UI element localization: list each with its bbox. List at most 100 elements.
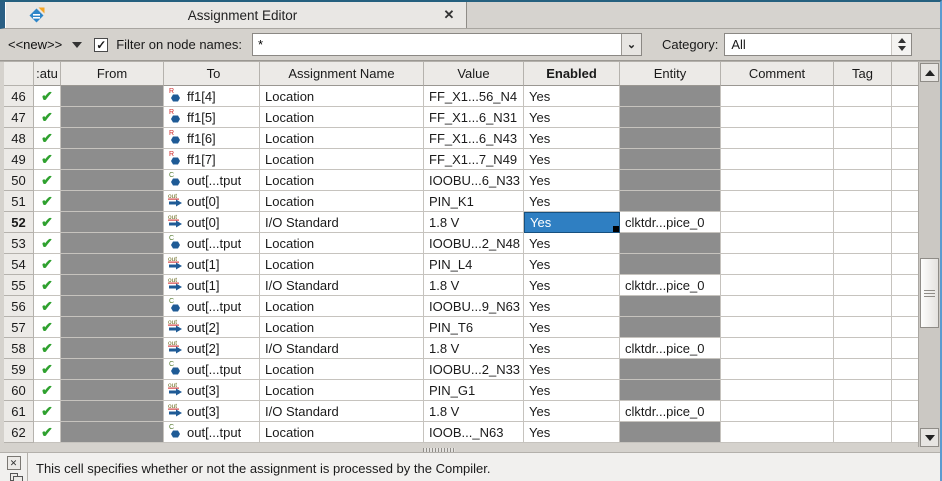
from-cell[interactable] xyxy=(61,254,164,275)
column-header[interactable]: From xyxy=(61,62,164,86)
status-cell[interactable]: ✔ xyxy=(34,191,61,212)
from-cell[interactable] xyxy=(61,128,164,149)
column-header[interactable]: To xyxy=(164,62,260,86)
value-cell[interactable]: 1.8 V xyxy=(424,275,524,296)
row-number[interactable]: 51 xyxy=(4,191,34,212)
to-cell[interactable]: out out[3] xyxy=(164,401,260,422)
entity-cell[interactable] xyxy=(620,170,721,191)
status-cell[interactable]: ✔ xyxy=(34,296,61,317)
tag-cell[interactable] xyxy=(834,254,892,275)
entity-cell[interactable]: clktdr...pice_0 xyxy=(620,401,721,422)
enabled-cell[interactable]: Yes xyxy=(524,170,620,191)
value-cell[interactable]: PIN_T6 xyxy=(424,317,524,338)
table-row[interactable]: 47 ✔ Rff1[5] Location FF_X1...6_N31 Yes xyxy=(4,107,918,128)
status-cell[interactable]: ✔ xyxy=(34,401,61,422)
value-cell[interactable]: FF_X1...6_N43 xyxy=(424,128,524,149)
to-cell[interactable]: Rff1[6] xyxy=(164,128,260,149)
row-number[interactable]: 48 xyxy=(4,128,34,149)
splitter-grip-icon[interactable] xyxy=(423,448,455,452)
tag-cell[interactable] xyxy=(834,86,892,107)
entity-cell[interactable]: clktdr...pice_0 xyxy=(620,275,721,296)
scroll-up-icon[interactable] xyxy=(920,63,939,82)
table-row[interactable]: 54 ✔ out out[1] Location PIN_L4 Yes xyxy=(4,254,918,275)
row-number[interactable]: 58 xyxy=(4,338,34,359)
assignment-name-cell[interactable]: I/O Standard xyxy=(260,275,424,296)
row-number[interactable]: 50 xyxy=(4,170,34,191)
tag-cell[interactable] xyxy=(834,275,892,296)
table-row[interactable]: 62 ✔ Cout[...tput Location IOOB..._N63 Y… xyxy=(4,422,918,443)
enabled-cell[interactable]: Yes xyxy=(524,233,620,254)
enabled-cell[interactable]: Yes xyxy=(524,422,620,443)
to-cell[interactable]: Rff1[4] xyxy=(164,86,260,107)
from-cell[interactable] xyxy=(61,275,164,296)
combobox-arrow-icon[interactable]: ⌄ xyxy=(620,34,641,55)
to-cell[interactable]: Cout[...tput xyxy=(164,170,260,191)
comment-cell[interactable] xyxy=(721,170,834,191)
from-cell[interactable] xyxy=(61,107,164,128)
value-cell[interactable]: PIN_G1 xyxy=(424,380,524,401)
comment-cell[interactable] xyxy=(721,296,834,317)
copy-icon[interactable] xyxy=(9,473,23,481)
status-cell[interactable]: ✔ xyxy=(34,107,61,128)
vertical-scrollbar[interactable] xyxy=(918,62,940,448)
enabled-cell[interactable]: Yes xyxy=(524,380,620,401)
table-row[interactable]: 48 ✔ Rff1[6] Location FF_X1...6_N43 Yes xyxy=(4,128,918,149)
status-cell[interactable]: ✔ xyxy=(34,86,61,107)
row-number[interactable]: 47 xyxy=(4,107,34,128)
to-cell[interactable]: Cout[...tput xyxy=(164,296,260,317)
tab-close-icon[interactable]: ✕ xyxy=(440,7,458,23)
status-cell[interactable]: ✔ xyxy=(34,170,61,191)
table-row[interactable]: 53 ✔ Cout[...tput Location IOOBU...2_N48… xyxy=(4,233,918,254)
tag-cell[interactable] xyxy=(834,422,892,443)
comment-cell[interactable] xyxy=(721,317,834,338)
to-cell[interactable]: out out[2] xyxy=(164,338,260,359)
value-cell[interactable]: PIN_K1 xyxy=(424,191,524,212)
row-number[interactable]: 49 xyxy=(4,149,34,170)
assignment-name-cell[interactable]: Location xyxy=(260,254,424,275)
from-cell[interactable] xyxy=(61,338,164,359)
scrollbar-thumb[interactable] xyxy=(920,258,939,328)
tag-cell[interactable] xyxy=(834,191,892,212)
comment-cell[interactable] xyxy=(721,380,834,401)
new-assignment-dropdown[interactable]: <<new>> xyxy=(8,37,62,52)
comment-cell[interactable] xyxy=(721,212,834,233)
enabled-cell[interactable]: Yes xyxy=(524,254,620,275)
assignment-name-cell[interactable]: I/O Standard xyxy=(260,338,424,359)
close-info-icon[interactable]: ✕ xyxy=(6,456,21,470)
status-cell[interactable]: ✔ xyxy=(34,422,61,443)
tag-cell[interactable] xyxy=(834,170,892,191)
assignment-name-cell[interactable]: Location xyxy=(260,149,424,170)
assignment-name-cell[interactable]: Location xyxy=(260,128,424,149)
tag-cell[interactable] xyxy=(834,212,892,233)
entity-cell[interactable] xyxy=(620,149,721,170)
from-cell[interactable] xyxy=(61,191,164,212)
value-cell[interactable]: FF_X1...6_N31 xyxy=(424,107,524,128)
entity-cell[interactable] xyxy=(620,359,721,380)
entity-cell[interactable] xyxy=(620,422,721,443)
column-header[interactable]: Comment xyxy=(721,62,834,86)
value-cell[interactable]: PIN_L4 xyxy=(424,254,524,275)
enabled-cell[interactable]: Yes xyxy=(524,317,620,338)
status-cell[interactable]: ✔ xyxy=(34,233,61,254)
tag-cell[interactable] xyxy=(834,401,892,422)
to-cell[interactable]: out out[3] xyxy=(164,380,260,401)
pane-splitter[interactable] xyxy=(0,447,940,453)
status-cell[interactable]: ✔ xyxy=(34,212,61,233)
table-row[interactable]: 56 ✔ Cout[...tput Location IOOBU...9_N63… xyxy=(4,296,918,317)
status-cell[interactable]: ✔ xyxy=(34,254,61,275)
to-cell[interactable]: Cout[...tput xyxy=(164,359,260,380)
value-cell[interactable]: FF_X1...7_N49 xyxy=(424,149,524,170)
column-header[interactable] xyxy=(4,62,34,86)
table-row[interactable]: 58 ✔ out out[2] I/O Standard 1.8 V Yes cl… xyxy=(4,338,918,359)
row-number[interactable]: 62 xyxy=(4,422,34,443)
table-row[interactable]: 52 ✔ out out[0] I/O Standard 1.8 V Yes cl… xyxy=(4,212,918,233)
value-cell[interactable]: 1.8 V xyxy=(424,212,524,233)
tab-assignment-editor[interactable]: Assignment Editor ✕ xyxy=(5,2,467,28)
assignment-name-cell[interactable]: I/O Standard xyxy=(260,212,424,233)
row-number[interactable]: 53 xyxy=(4,233,34,254)
comment-cell[interactable] xyxy=(721,275,834,296)
assignment-name-cell[interactable]: Location xyxy=(260,296,424,317)
entity-cell[interactable] xyxy=(620,191,721,212)
entity-cell[interactable]: clktdr...pice_0 xyxy=(620,338,721,359)
row-number[interactable]: 57 xyxy=(4,317,34,338)
